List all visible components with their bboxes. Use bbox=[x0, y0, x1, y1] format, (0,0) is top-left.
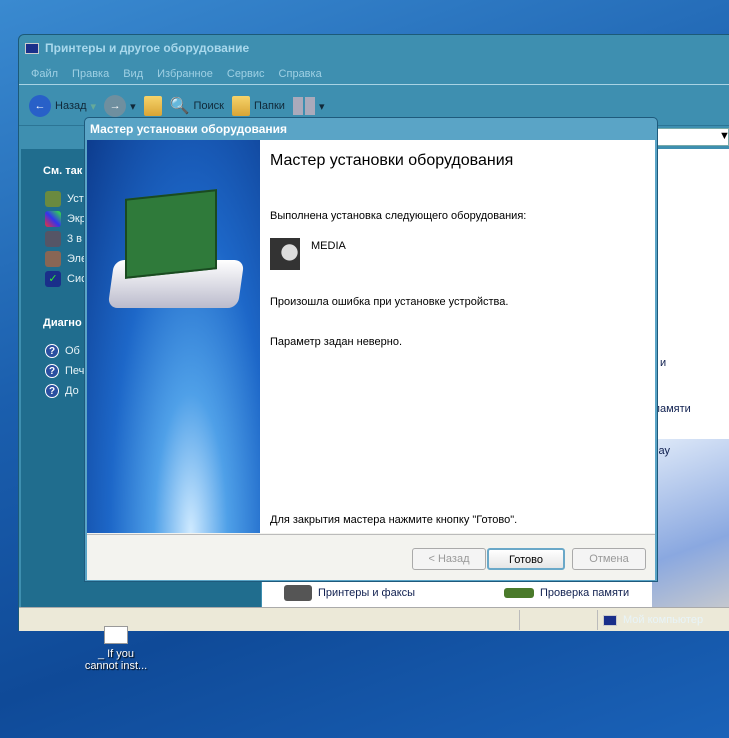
dropdown-arrow-icon[interactable]: ▾ bbox=[130, 100, 136, 113]
diagnostics-heading: Диагно bbox=[43, 317, 82, 329]
system-icon: ✓ bbox=[45, 271, 61, 287]
diagnostic-item[interactable]: ? До bbox=[45, 381, 84, 401]
explorer-title-bar[interactable]: Принтеры и другое оборудование bbox=[25, 41, 249, 55]
see-also-item[interactable]: Эле bbox=[45, 249, 87, 269]
up-folder-icon[interactable] bbox=[143, 96, 162, 116]
views-icon bbox=[292, 97, 315, 115]
menu-view[interactable]: Вид bbox=[123, 68, 143, 80]
dialog-title[interactable]: Мастер установки оборудования bbox=[90, 122, 287, 136]
device-name: MEDIA bbox=[311, 240, 346, 252]
menu-tools[interactable]: Сервис bbox=[227, 68, 265, 80]
window-title: Принтеры и другое оборудование bbox=[45, 41, 250, 55]
search-icon: 🔍 bbox=[169, 98, 190, 115]
back-arrow-icon: ← bbox=[29, 95, 51, 117]
hardware-wizard-dialog: Мастер установки оборудования Мастер уст… bbox=[84, 117, 658, 582]
computer-icon bbox=[603, 614, 617, 626]
memory-check-item[interactable]: Проверка памяти bbox=[504, 583, 629, 603]
back-button[interactable]: ← Назад ▾ bbox=[29, 95, 96, 117]
see-also-item[interactable]: ✓ Сис bbox=[45, 269, 87, 289]
network-card-icon bbox=[125, 189, 217, 279]
item-partial[interactable]: памяти bbox=[654, 403, 691, 415]
background-illustration bbox=[652, 439, 729, 609]
menu-bar: Файл Правка Вид Избранное Сервис Справка bbox=[19, 63, 729, 85]
desktop-file-icon[interactable] bbox=[104, 626, 128, 644]
dropdown-arrow-icon[interactable]: ▾ bbox=[91, 100, 97, 113]
desktop-icon-label[interactable]: _ If you cannot inst... bbox=[80, 648, 152, 672]
folders-button[interactable]: Папки bbox=[232, 96, 285, 116]
wizard-heading: Мастер установки оборудования bbox=[270, 152, 514, 169]
error-message: Произошла ошибка при установке устройств… bbox=[270, 296, 509, 308]
diagnostic-item[interactable]: ? Печ bbox=[45, 361, 84, 381]
error-detail: Параметр задан неверно. bbox=[270, 336, 403, 348]
status-zone: Мой компьютер bbox=[603, 610, 703, 630]
media-device-icon bbox=[270, 238, 300, 270]
help-icon: ? bbox=[45, 364, 59, 378]
menu-favorites[interactable]: Избранное bbox=[157, 68, 213, 80]
back-button[interactable]: < Назад bbox=[412, 548, 486, 570]
see-also-heading: См. так bbox=[43, 165, 83, 177]
dialog-footer: < Назад Готово Отмена bbox=[87, 534, 655, 580]
sound-icon bbox=[45, 231, 61, 247]
views-button[interactable]: ▾ bbox=[292, 97, 324, 115]
search-button[interactable]: 🔍 Поиск bbox=[170, 96, 224, 116]
item-partial[interactable]: lay bbox=[656, 445, 670, 457]
diagnostic-item[interactable]: ? Об bbox=[45, 341, 84, 361]
printers-faxes-item[interactable]: Принтеры и факсы bbox=[284, 583, 415, 603]
see-also-item[interactable]: Экр bbox=[45, 209, 87, 229]
wizard-banner-image bbox=[87, 140, 260, 533]
folders-icon bbox=[232, 96, 250, 116]
printer-folder-icon bbox=[25, 42, 39, 54]
cancel-button[interactable]: Отмена bbox=[572, 548, 646, 570]
item-partial[interactable]: и bbox=[660, 357, 666, 369]
menu-edit[interactable]: Правка bbox=[72, 68, 109, 80]
hardware-icon bbox=[45, 191, 61, 207]
help-icon: ? bbox=[45, 384, 59, 398]
memory-icon bbox=[504, 588, 534, 598]
see-also-item[interactable]: Уст bbox=[45, 189, 87, 209]
printer-icon bbox=[284, 585, 312, 601]
finish-button[interactable]: Готово bbox=[487, 548, 565, 570]
forward-arrow-icon: → bbox=[104, 95, 127, 117]
menu-help[interactable]: Справка bbox=[279, 68, 322, 80]
address-dropdown-icon[interactable]: ▼ bbox=[719, 130, 729, 142]
help-icon: ? bbox=[45, 344, 59, 358]
forward-button[interactable]: → ▾ bbox=[104, 95, 136, 117]
display-icon bbox=[45, 211, 61, 227]
power-icon bbox=[45, 251, 61, 267]
close-hint: Для закрытия мастера нажмите кнопку "Гот… bbox=[270, 514, 518, 526]
folders-label: Папки bbox=[254, 100, 285, 112]
search-label: Поиск bbox=[193, 100, 224, 112]
wizard-content: Мастер установки оборудования Выполнена … bbox=[260, 140, 655, 533]
installed-label: Выполнена установка следующего оборудова… bbox=[270, 210, 527, 222]
menu-file[interactable]: Файл bbox=[31, 68, 58, 80]
see-also-item[interactable]: 3 в bbox=[45, 229, 87, 249]
back-label: Назад bbox=[55, 100, 87, 112]
